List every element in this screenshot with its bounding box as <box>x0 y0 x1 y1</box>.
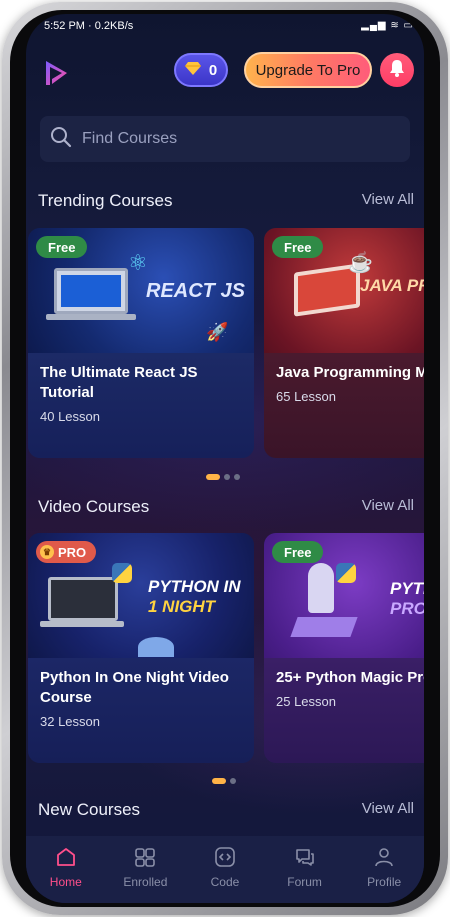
nav-label: Profile <box>367 875 402 889</box>
carousel-dot[interactable] <box>212 778 226 784</box>
free-badge: Free <box>272 236 324 258</box>
carousel-dot[interactable] <box>230 778 236 784</box>
coin-count: 0 <box>208 61 218 79</box>
profile-icon <box>373 846 395 871</box>
upgrade-to-pro-button[interactable]: Upgrade To Pro <box>244 52 372 88</box>
status-time: 5:52 PM · 0.2KB/s <box>44 20 134 32</box>
search-bar[interactable] <box>40 116 410 162</box>
pro-badge: ♛ PRO <box>36 541 97 563</box>
crown-icon: ♛ <box>40 545 54 559</box>
video-view-all-link[interactable]: View All <box>362 497 414 514</box>
thumbnail-text: 1 NIGHT <box>148 597 216 616</box>
free-badge: Free <box>36 236 88 258</box>
card-body: Java Programming M Easy 65 Lesson <box>264 353 424 458</box>
trending-carousel-indicator <box>206 474 240 480</box>
nav-label: Home <box>49 875 82 889</box>
rocket-icon: 🚀 <box>206 322 229 342</box>
top-bar: 0 Upgrade To Pro <box>26 52 424 92</box>
course-thumbnail: ⚛ REACT JS 🚀 Free <box>28 228 254 353</box>
enrolled-icon <box>134 846 156 871</box>
pro-badge-label: PRO <box>58 544 87 560</box>
new-courses-view-all-link[interactable]: View All <box>362 800 414 817</box>
course-thumbnail: ☕ JAVA PROGRA Free <box>264 228 424 353</box>
bottom-navigation: Home Enrolled Code Forum Profile <box>26 836 424 903</box>
laptop-base <box>40 621 124 627</box>
app-screen: 5:52 PM · 0.2KB/s ▂▄▆ ≋ ▭ 0 Upgrade To P… <box>26 14 424 903</box>
course-card[interactable]: PYTH PROJ Free 25+ Python Magic Pro 25 L… <box>264 533 424 763</box>
notifications-button[interactable] <box>380 53 414 87</box>
course-title: Python In One Night Video Course <box>40 669 229 706</box>
card-body: The Ultimate React JS Tutorial 40 Lesson <box>28 353 254 458</box>
nav-enrolled[interactable]: Enrolled <box>110 846 180 889</box>
python-logo-icon <box>336 563 356 583</box>
bell-icon <box>389 59 405 82</box>
video-courses-title: Video Courses <box>38 497 150 516</box>
thumbnail-text: PROJ <box>390 599 424 618</box>
thumbnail-text: JAVA PROGRA <box>360 276 424 295</box>
planet-illustration <box>138 637 174 657</box>
java-cup-icon: ☕ <box>348 252 373 274</box>
course-thumbnail: PYTH PROJ Free <box>264 533 424 658</box>
nav-label: Enrolled <box>123 875 168 889</box>
card-body: Python In One Night Video Course 32 Less… <box>28 658 254 763</box>
free-badge: Free <box>272 541 324 563</box>
new-courses-title: New Courses <box>38 800 141 819</box>
carousel-dot[interactable] <box>234 474 240 480</box>
search-icon <box>50 126 72 153</box>
python-logo-icon <box>112 563 132 583</box>
lesson-count: 32 Lesson <box>40 714 100 729</box>
status-bar: 5:52 PM · 0.2KB/s ▂▄▆ ≋ ▭ <box>44 20 414 34</box>
nav-code[interactable]: Code <box>190 846 260 889</box>
trending-courses-title: Trending Courses <box>38 191 173 210</box>
card-body: 25+ Python Magic Pro 25 Lesson <box>264 658 424 763</box>
course-card[interactable]: ⚛ REACT JS 🚀 Free The Ultimate React JS … <box>28 228 254 458</box>
course-card[interactable]: ☕ JAVA PROGRA Free Java Programming M Ea… <box>264 228 424 458</box>
thumbnail-text: PYTH <box>390 579 424 598</box>
course-title: Java Programming M Easy <box>276 364 424 381</box>
lesson-count: 65 Lesson <box>276 389 336 404</box>
react-logo-icon: ⚛ <box>128 250 148 275</box>
thumbnail-text: PYTHON IN <box>148 577 241 596</box>
laptop-illustration <box>48 577 118 621</box>
thumbnail-text: REACT JS <box>146 280 245 302</box>
course-title: 25+ Python Magic Pro <box>276 669 424 686</box>
lesson-count: 40 Lesson <box>40 409 100 424</box>
trending-view-all-link[interactable]: View All <box>362 191 414 208</box>
course-title: The Ultimate React JS Tutorial <box>40 364 198 401</box>
platform-illustration <box>290 617 358 637</box>
laptop-base <box>46 314 136 320</box>
forum-icon <box>294 846 316 871</box>
nav-home[interactable]: Home <box>31 846 101 889</box>
carousel-dot[interactable] <box>206 474 220 480</box>
nav-profile[interactable]: Profile <box>349 846 419 889</box>
nav-label: Code <box>210 875 240 889</box>
coins-button[interactable]: 0 <box>174 53 228 87</box>
home-icon <box>55 846 77 871</box>
course-card[interactable]: PYTHON IN 1 NIGHT ♛ PRO Python In One Ni… <box>28 533 254 763</box>
rocket-illustration <box>308 563 334 613</box>
nav-forum[interactable]: Forum <box>270 846 340 889</box>
gem-icon <box>184 61 201 79</box>
status-icons: ▂▄▆ ≋ ▭ <box>361 20 414 31</box>
carousel-dot[interactable] <box>224 474 230 480</box>
laptop-illustration <box>54 268 128 314</box>
video-carousel-indicator <box>212 778 236 784</box>
logo-icon[interactable] <box>40 58 70 88</box>
code-icon <box>214 846 236 871</box>
nav-label: Forum <box>287 875 322 889</box>
course-thumbnail: PYTHON IN 1 NIGHT ♛ PRO <box>28 533 254 658</box>
search-input[interactable] <box>82 130 382 148</box>
lesson-count: 25 Lesson <box>276 694 336 709</box>
